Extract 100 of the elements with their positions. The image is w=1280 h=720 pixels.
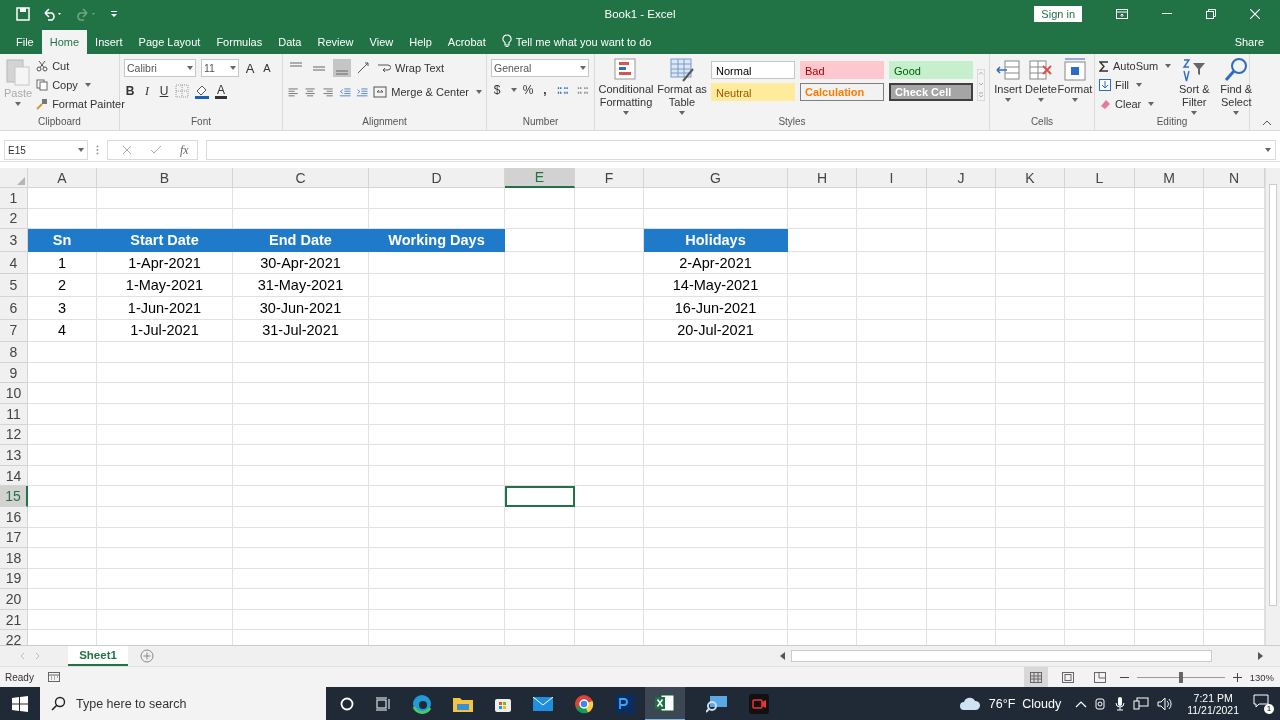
restore-icon[interactable] [1206,9,1216,19]
empty-cell[interactable] [369,424,505,446]
column-header[interactable]: C [233,168,369,188]
empty-cell[interactable] [369,548,505,569]
normal-view-button[interactable] [1023,667,1048,687]
empty-cell[interactable] [788,609,857,631]
empty-cell[interactable] [1135,568,1204,590]
font-color-button[interactable]: A [215,83,227,99]
ribbon-display-icon[interactable] [1116,9,1128,19]
empty-cell[interactable] [505,251,575,275]
empty-cell[interactable] [97,486,233,507]
decrease-decimal-icon[interactable] [575,84,590,96]
empty-cell[interactable] [575,486,644,507]
empty-cell[interactable] [575,527,644,549]
empty-cell[interactable] [857,506,927,528]
screen-recorder-icon[interactable] [749,693,769,714]
empty-cell[interactable] [927,188,996,209]
empty-cell[interactable] [1065,527,1135,549]
percent-button[interactable]: % [522,83,534,97]
empty-cell[interactable] [1135,342,1204,363]
empty-cell[interactable] [369,506,505,528]
empty-cell[interactable] [1135,229,1204,252]
customize-caret-icon[interactable] [110,10,118,18]
row-header[interactable]: 5 [0,274,28,297]
empty-cell[interactable] [575,296,644,320]
empty-cell[interactable] [369,319,505,343]
microphone-icon[interactable] [1115,696,1126,711]
ribbon-tab[interactable]: View [361,30,402,54]
table-cell[interactable]: 14-May-2021 [644,274,788,297]
empty-cell[interactable] [996,527,1065,549]
empty-cell[interactable] [788,296,857,320]
save-icon[interactable] [16,7,30,21]
empty-cell[interactable] [1065,465,1135,487]
empty-cell[interactable] [644,342,788,363]
empty-cell[interactable] [1065,229,1135,252]
empty-cell[interactable] [927,424,996,446]
empty-cell[interactable] [1065,296,1135,320]
network-icon[interactable] [1133,696,1150,711]
cell-style-option[interactable]: Normal [711,61,795,79]
share-button[interactable]: Share [1234,30,1264,54]
empty-cell[interactable] [644,383,788,404]
empty-cell[interactable] [857,188,927,209]
table-header-cell[interactable]: Working Days [369,229,505,252]
row-header[interactable]: 19 [0,568,28,590]
row-header[interactable]: 20 [0,589,28,610]
empty-cell[interactable] [97,342,233,363]
empty-cell[interactable] [1135,319,1204,343]
camera-icon[interactable] [1095,696,1108,711]
empty-cell[interactable] [1135,188,1204,209]
empty-cell[interactable] [575,342,644,363]
minimize-icon[interactable] [1162,13,1172,15]
empty-cell[interactable] [575,424,644,446]
empty-cell[interactable] [369,568,505,590]
empty-cell[interactable] [575,208,644,230]
empty-cell[interactable] [788,506,857,528]
empty-cell[interactable] [857,568,927,590]
empty-cell[interactable] [369,589,505,610]
edge-browser-icon[interactable] [412,693,432,714]
empty-cell[interactable] [505,362,575,384]
empty-cell[interactable] [927,403,996,425]
row-header[interactable]: 2 [0,208,28,230]
table-cell[interactable]: 1 [28,251,97,275]
chrome-browser-icon[interactable] [574,693,594,714]
table-cell[interactable]: 31-May-2021 [233,274,369,297]
empty-cell[interactable] [369,465,505,487]
task-view-icon[interactable] [375,696,391,711]
clear-button[interactable]: Clear [1099,95,1172,113]
empty-cell[interactable] [857,383,927,404]
empty-cell[interactable] [505,445,575,466]
cortana-circle-icon[interactable] [340,696,354,711]
empty-cell[interactable] [788,319,857,343]
empty-cell[interactable] [996,445,1065,466]
empty-cell[interactable] [233,403,369,425]
empty-cell[interactable] [927,465,996,487]
empty-cell[interactable] [1135,506,1204,528]
empty-cell[interactable] [97,568,233,590]
row-header[interactable]: 10 [0,383,28,404]
empty-cell[interactable] [505,274,575,297]
empty-cell[interactable] [927,383,996,404]
row-header[interactable]: 22 [0,630,28,645]
empty-cell[interactable] [233,527,369,549]
table-cell[interactable]: 31-Jul-2021 [233,319,369,343]
table-cell[interactable]: 3 [28,296,97,320]
increase-decimal-icon[interactable] [556,84,571,96]
wrap-text-button[interactable]: Wrap Text [377,59,445,77]
column-header[interactable]: G [644,168,788,188]
empty-cell[interactable] [788,188,857,209]
empty-cell[interactable] [996,229,1065,252]
empty-cell[interactable] [1135,403,1204,425]
empty-cell[interactable] [1065,319,1135,343]
column-header[interactable]: D [369,168,505,188]
empty-cell[interactable] [1135,465,1204,487]
weather-text[interactable]: 76°F Cloudy [988,696,1062,711]
empty-cell[interactable] [788,274,857,297]
empty-cell[interactable] [644,486,788,507]
empty-cell[interactable] [1135,609,1204,631]
empty-cell[interactable] [369,251,505,275]
empty-cell[interactable] [1065,445,1135,466]
empty-cell[interactable] [857,548,927,569]
empty-cell[interactable] [369,274,505,297]
